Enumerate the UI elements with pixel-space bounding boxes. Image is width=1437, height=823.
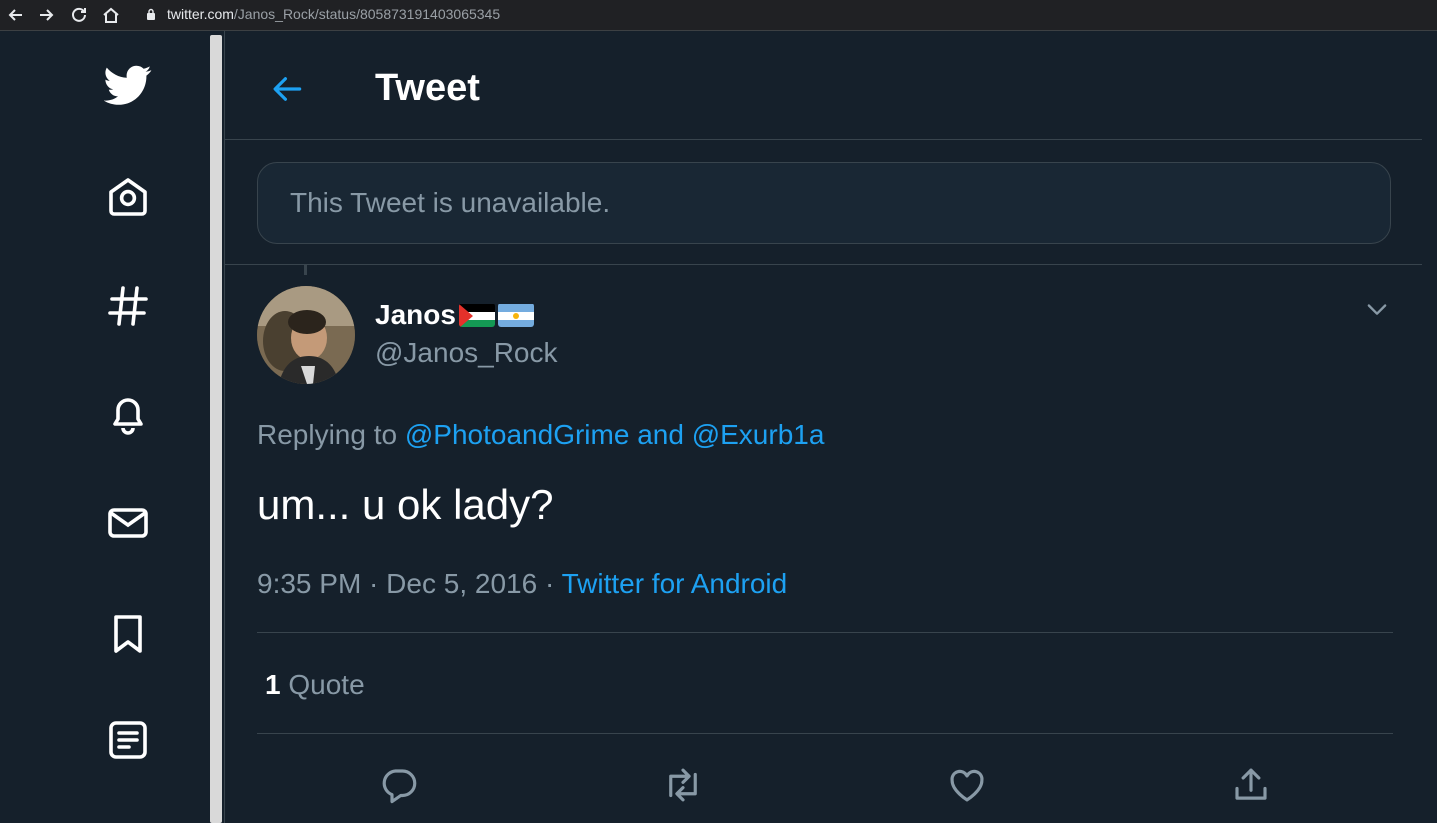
quote-label: Quote [288,669,365,700]
tweet-source-link[interactable]: Twitter for Android [562,568,788,599]
reply-button[interactable] [375,761,423,809]
display-name-text: Janos [375,299,456,330]
unavailable-tweet-notice: This Tweet is unavailable. [257,162,1391,244]
display-name[interactable]: Janos [375,299,534,331]
main-column: Tweet This Tweet is unavailable. Janos @… [224,31,1424,823]
retweet-icon [669,768,697,802]
back-button[interactable] [265,67,309,111]
avatar[interactable] [257,286,355,384]
address-bar[interactable]: twitter.com/Janos_Rock/status/8058731914… [167,6,500,22]
chevron-down-icon [1367,304,1387,315]
mention-join-text: and [629,419,692,450]
divider [257,733,1393,734]
unavailable-text: This Tweet is unavailable. [290,187,611,218]
mention-link-exurb1a[interactable]: @Exurb1a [692,419,825,450]
share-button[interactable] [1227,761,1275,809]
quote-count: 1 [265,669,281,700]
palestine-flag-icon [458,303,495,327]
tweet-time[interactable]: 9:35 PM [257,568,361,599]
replying-prefix: Replying to [257,419,405,450]
like-button[interactable] [943,761,991,809]
user-handle[interactable]: @Janos_Rock [375,337,558,369]
share-icon [1235,768,1267,800]
back-arrow-icon[interactable] [6,5,26,25]
separator-dot: · [537,568,562,599]
browser-toolbar: twitter.com/Janos_Rock/status/8058731914… [0,0,1437,31]
page-title: Tweet [375,67,480,109]
forward-arrow-icon[interactable] [36,5,56,25]
hashtag-icon[interactable] [100,278,156,334]
divider [225,264,1423,265]
tweet-date[interactable]: Dec 5, 2016 [386,568,537,599]
tweet-text: um... u ok lady? [257,481,554,528]
replying-to-line: Replying to @PhotoandGrime and @Exurb1a [257,419,824,451]
sidebar-nav [0,31,210,823]
page-scrollbar[interactable] [210,31,224,823]
reply-icon [382,769,417,804]
home-icon[interactable] [100,169,156,225]
home-browser-icon[interactable] [101,5,121,25]
lock-icon [146,8,156,21]
argentina-flag-icon [497,303,534,327]
right-gutter [1422,31,1437,823]
twitter-logo-icon[interactable] [100,57,156,113]
more-options-button[interactable] [1361,293,1393,325]
thread-connector-line [304,265,307,275]
bell-icon[interactable] [100,386,156,442]
mention-link-photoandgrime[interactable]: @PhotoandGrime [405,419,630,450]
quote-count-link[interactable]: 1 Quote [265,669,365,701]
scrollbar-thumb[interactable] [210,35,222,823]
retweet-button[interactable] [659,761,707,809]
list-icon[interactable] [100,712,156,768]
reload-icon[interactable] [69,5,89,25]
mail-icon[interactable] [100,495,156,551]
url-path: /Janos_Rock/status/805873191403065345 [233,6,501,22]
page-header: Tweet [225,31,1423,140]
separator-dot: · [361,568,387,599]
arrow-left-icon [273,77,302,101]
bookmark-icon[interactable] [100,606,156,662]
tweet-metadata: 9:35 PM · Dec 5, 2016 · Twitter for Andr… [257,568,787,600]
url-domain: twitter.com [167,6,234,22]
heart-icon [950,769,984,802]
divider [257,632,1393,633]
